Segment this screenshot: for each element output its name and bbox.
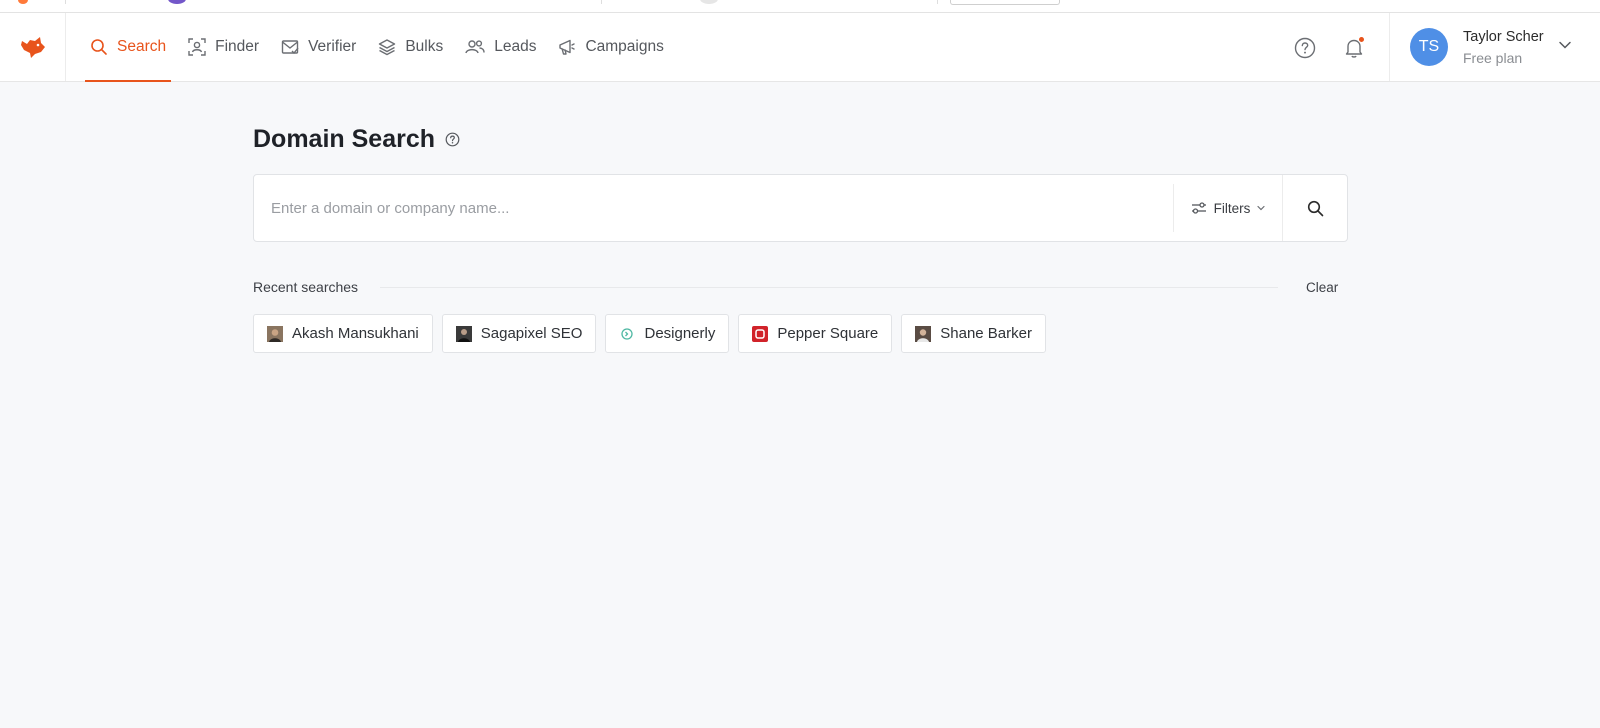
recent-search-chip[interactable]: Shane Barker (901, 314, 1046, 353)
notifications-button[interactable] (1341, 35, 1367, 61)
top-navbar: Search Finder Verifier Bulks Leads Campa… (0, 13, 1600, 82)
nav-item-label: Leads (494, 38, 537, 55)
finder-icon (188, 38, 206, 56)
nav-item-search[interactable]: Search (85, 13, 172, 82)
chevron-down-icon (1559, 41, 1571, 49)
nav-item-label: Verifier (308, 38, 357, 55)
chip-label: Designerly (644, 325, 716, 342)
domain-search-input[interactable] (254, 175, 1174, 241)
nav-item-finder[interactable]: Finder (183, 13, 264, 81)
nav-item-leads[interactable]: Leads (460, 13, 541, 81)
filters-label: Filters (1213, 200, 1251, 216)
person-photo-icon (915, 325, 932, 342)
clear-recent-button[interactable]: Clear (1306, 280, 1338, 295)
navbar-actions (1292, 35, 1390, 61)
chip-label: Sagapixel SEO (480, 325, 583, 342)
recent-search-chip[interactable]: Sagapixel SEO (441, 314, 597, 353)
recent-search-chip[interactable]: Akash Mansukhani (253, 314, 433, 353)
chip-label: Pepper Square (777, 325, 879, 342)
person-photo-icon (267, 325, 283, 342)
recent-search-chip[interactable]: Pepper Square (738, 314, 893, 353)
divider (380, 287, 1278, 288)
nav-item-label: Campaigns (585, 38, 664, 55)
nav-item-bulks[interactable]: Bulks (373, 13, 448, 81)
help-circle-icon (1294, 37, 1316, 59)
designerly-logo-icon (619, 326, 635, 342)
app-logo[interactable] (0, 13, 66, 81)
recent-searches-list: Akash Mansukhani Sagapixel SEO Designerl… (253, 314, 1055, 353)
nav-item-verifier[interactable]: Verifier (276, 13, 361, 81)
avatar: TS (1410, 28, 1448, 66)
fox-logo-icon (20, 37, 45, 58)
help-circle-icon[interactable] (445, 132, 460, 147)
nav-item-label: Bulks (405, 38, 444, 55)
person-photo-icon (455, 325, 472, 342)
chip-label: Akash Mansukhani (292, 325, 419, 342)
browser-top-strip (0, 0, 1600, 13)
search-submit-button[interactable] (1282, 175, 1348, 241)
search-icon (1307, 200, 1324, 216)
user-name: Taylor Scher (1463, 29, 1544, 45)
filters-button[interactable]: Filters (1173, 184, 1283, 232)
users-icon (465, 40, 485, 54)
nav-item-label: Finder (215, 38, 260, 55)
megaphone-icon (559, 39, 576, 55)
recent-search-chip[interactable]: Designerly (605, 314, 730, 353)
sliders-icon (1191, 202, 1206, 214)
pepper-square-logo-icon (752, 325, 769, 342)
chevron-down-icon (1257, 205, 1265, 211)
layers-icon (379, 39, 396, 56)
user-menu[interactable]: TS Taylor Scher Free plan (1389, 13, 1600, 81)
page-title: Domain Search (253, 125, 460, 154)
help-button[interactable] (1292, 35, 1318, 61)
verifier-icon (281, 40, 299, 55)
search-icon (91, 39, 107, 55)
notification-badge (1358, 36, 1365, 43)
browser-field (950, 0, 1060, 5)
domain-search-bar: Filters (253, 174, 1348, 242)
main-nav: Search Finder Verifier Bulks Leads Campa… (85, 13, 681, 82)
page-title-text: Domain Search (253, 125, 436, 153)
nav-item-label: Search (117, 38, 167, 55)
recent-searches-label: Recent searches (253, 279, 359, 295)
user-plan: Free plan (1463, 50, 1523, 66)
chip-label: Shane Barker (940, 325, 1032, 342)
nav-item-campaigns[interactable]: Campaigns (553, 13, 668, 81)
